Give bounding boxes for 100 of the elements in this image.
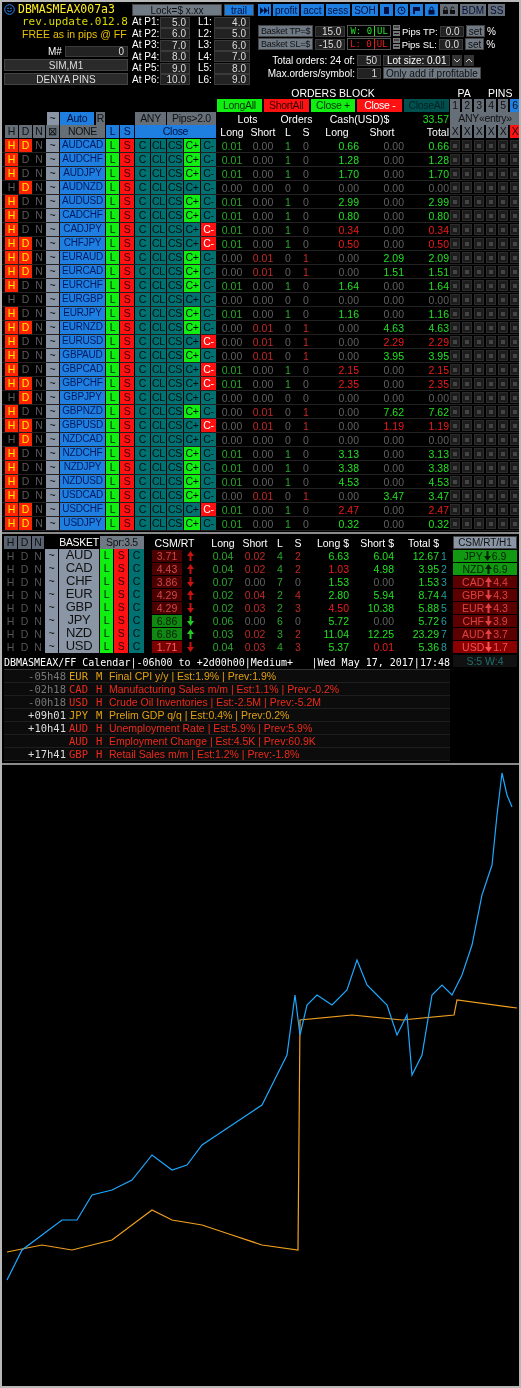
pin-slot[interactable] — [510, 350, 519, 361]
flag-toggle[interactable]: D — [18, 640, 31, 653]
bulk-action-button[interactable]: LongAll — [217, 99, 262, 112]
pin-slot[interactable] — [510, 518, 519, 529]
row-action-button[interactable]: S — [114, 588, 128, 601]
pin-slot[interactable] — [474, 462, 484, 473]
pin-slot[interactable] — [462, 280, 472, 291]
close-loss-button[interactable]: C- — [201, 139, 216, 152]
row-action-button[interactable]: S — [120, 251, 134, 264]
flag-toggle[interactable]: D — [19, 405, 32, 418]
mode-button[interactable]: ~ — [45, 601, 58, 614]
pin-slot[interactable] — [474, 448, 484, 459]
close-profit-button[interactable]: C+ — [184, 503, 200, 516]
row-action-button[interactable]: CL — [151, 237, 166, 250]
row-action-button[interactable]: CL — [151, 321, 166, 334]
toolbar-icon-button[interactable] — [394, 4, 408, 16]
row-action-button[interactable]: C — [129, 614, 144, 627]
reset-button[interactable]: R — [96, 112, 105, 125]
row-action-button[interactable]: S — [120, 447, 134, 460]
filter-button[interactable]: H — [4, 536, 17, 549]
row-action-button[interactable]: CS — [167, 167, 183, 180]
pin-slot[interactable] — [486, 392, 496, 403]
close-loss-button[interactable]: C- — [201, 167, 216, 180]
pin-slot[interactable] — [486, 434, 496, 445]
row-action-button[interactable]: CL — [151, 349, 166, 362]
row-action-button[interactable]: S — [120, 223, 134, 236]
pair-button[interactable]: NZDUSD — [60, 475, 105, 488]
flag-toggle[interactable]: D — [18, 575, 31, 588]
lock-level-field[interactable]: 4.0 — [214, 16, 250, 28]
row-action-button[interactable]: CS — [167, 433, 183, 446]
close-profit-button[interactable]: C+ — [184, 419, 200, 432]
close-loss-button[interactable]: C- — [201, 419, 216, 432]
profit-level-field[interactable]: 5.0 — [160, 16, 190, 28]
pin-slot[interactable] — [498, 504, 508, 515]
bulk-action-button[interactable]: ShortAll — [263, 99, 309, 112]
filter-button[interactable]: H — [5, 125, 18, 138]
set-button[interactable]: set — [465, 38, 485, 50]
pin-slot[interactable] — [462, 238, 472, 249]
pin-slot[interactable] — [510, 210, 519, 221]
row-action-button[interactable]: CL — [151, 475, 166, 488]
pin-slot[interactable] — [450, 504, 460, 515]
flag-toggle[interactable]: D — [19, 153, 32, 166]
flag-toggle[interactable]: N — [33, 139, 45, 152]
pin-slot[interactable] — [462, 448, 472, 459]
row-action-button[interactable]: C — [135, 167, 150, 180]
row-action-button[interactable]: S — [120, 503, 134, 516]
mode-button[interactable]: ~ — [46, 349, 59, 362]
pin-slot[interactable] — [450, 420, 460, 431]
mode-button[interactable]: ~ — [46, 517, 59, 530]
flag-toggle[interactable]: N — [33, 307, 45, 320]
flag-toggle[interactable]: D — [19, 279, 32, 292]
row-action-button[interactable]: CL — [151, 517, 166, 530]
mode-button[interactable]: ~ — [46, 391, 59, 404]
pin-slot[interactable] — [486, 224, 496, 235]
row-action-button[interactable]: L — [106, 419, 119, 432]
row-action-button[interactable]: CS — [167, 223, 183, 236]
pin-tab[interactable]: 3 — [474, 99, 484, 112]
pin-slot[interactable] — [462, 476, 472, 487]
row-action-button[interactable]: S — [114, 614, 128, 627]
pin-slot[interactable] — [510, 238, 519, 249]
row-action-button[interactable]: L — [106, 167, 119, 180]
pin-slot[interactable] — [450, 182, 460, 193]
pin-slot[interactable] — [450, 168, 460, 179]
close-profit-button[interactable]: C+ — [184, 293, 200, 306]
row-action-button[interactable]: S — [120, 461, 134, 474]
profit-level-field[interactable]: 6.0 — [160, 28, 190, 40]
pin-slot[interactable] — [498, 224, 508, 235]
flag-toggle[interactable]: D — [19, 503, 32, 516]
pair-button[interactable]: USDCAD — [60, 489, 105, 502]
pin-slot[interactable] — [510, 182, 519, 193]
pin-slot[interactable] — [474, 378, 484, 389]
row-action-button[interactable]: L — [106, 517, 119, 530]
toolbar-icon-button[interactable] — [439, 4, 458, 16]
row-action-button[interactable]: L — [106, 349, 119, 362]
pin-tab[interactable]: 6 — [510, 99, 519, 112]
flag-toggle[interactable]: N — [33, 251, 45, 264]
lock-level-field[interactable]: 8.0 — [214, 62, 250, 74]
pin-slot[interactable] — [498, 378, 508, 389]
row-action-button[interactable]: CS — [167, 377, 183, 390]
pin-slot[interactable] — [486, 280, 496, 291]
row-action-button[interactable]: S — [114, 575, 128, 588]
row-action-button[interactable]: S — [120, 265, 134, 278]
flag-toggle[interactable]: D — [19, 419, 32, 432]
pin-slot[interactable] — [486, 476, 496, 487]
flag-toggle[interactable]: N — [32, 627, 44, 640]
row-action-button[interactable]: L — [100, 549, 113, 562]
mode-button[interactable]: ~ — [46, 265, 59, 278]
pair-button[interactable]: EURCAD — [60, 265, 105, 278]
pin-slot[interactable] — [474, 504, 484, 515]
flag-toggle[interactable]: H — [5, 265, 18, 278]
row-action-button[interactable]: CL — [151, 251, 166, 264]
row-action-button[interactable]: L — [100, 614, 113, 627]
filter-button[interactable]: N — [33, 125, 45, 138]
row-action-button[interactable]: C — [135, 293, 150, 306]
close-loss-button[interactable]: C- — [201, 321, 216, 334]
row-action-button[interactable]: C — [135, 321, 150, 334]
row-action-button[interactable]: CS — [167, 195, 183, 208]
close-profit-button[interactable]: C+ — [184, 265, 200, 278]
pin-slot[interactable] — [510, 504, 519, 515]
pin-slot[interactable] — [462, 224, 472, 235]
